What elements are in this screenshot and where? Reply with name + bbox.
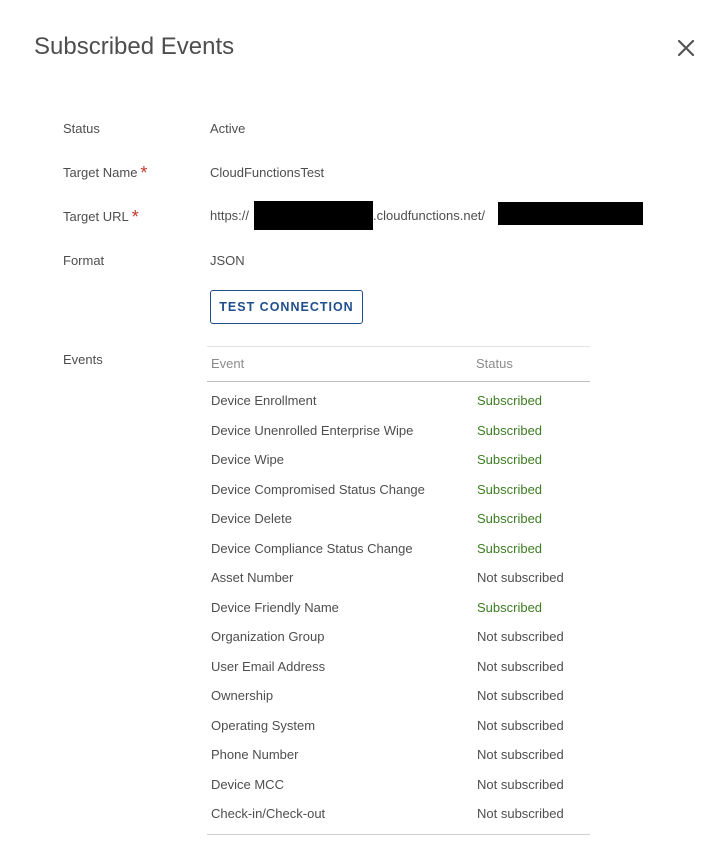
table-row: Device Unenrolled Enterprise Wipe Subscri… [207,417,590,447]
event-status: Not subscribed [477,658,564,674]
required-marker: * [131,207,139,227]
format-label-text: Format [63,253,105,268]
event-status: Not subscribed [477,747,564,762]
event-name: Phone Number [211,747,299,762]
dialog-title: Subscribed Events [34,33,235,60]
event-name: Device Friendly Name [211,599,339,615]
event-status: Subscribed [477,599,543,615]
event-name: Operating System [211,717,316,733]
event-name: Device Unenrolled Enterprise Wipe [211,422,414,438]
event-status: Not subscribed [477,717,564,733]
event-status: Subscribed [477,452,543,467]
event-name: Organization Group [211,629,325,644]
event-status: Subscribed [477,540,543,556]
event-name: Check-in/Check-out [211,806,326,821]
events-label-text: Events [63,352,103,367]
events-table: Event Status Device Enrollment Subscribed… [207,346,590,835]
event-status: Subscribed [477,422,543,438]
event-name: Device Enrollment [211,393,317,408]
event-status: Not subscribed [477,629,564,644]
event-name: Device MCC [211,776,284,792]
target-name-label: Target Name * [63,163,148,183]
table-row: Device Compliance Status Change Subscribe… [207,535,590,565]
events-label: Events [63,352,103,368]
events-table-body: Device Enrollment Subscribed Device Unenro… [207,382,590,834]
target-url-label-text: Target URL [63,209,129,224]
event-status: Not subscribed [477,776,564,792]
table-row: Device Friendly Name Subscribed [207,594,590,624]
url-prefix: https:// [210,208,250,223]
table-row: Check-in/Check-out Not subscribed [207,800,590,830]
event-status: Subscribed [477,393,543,408]
event-status: Not subscribed [477,688,564,703]
format-value: JSON [210,253,245,268]
event-status: Not subscribed [477,806,564,821]
table-row: Device Wipe Subscribed [207,446,590,476]
required-marker: * [140,163,148,183]
event-name: User Email Address [211,658,326,674]
status-label-text: Status [63,121,100,136]
target-url-value: https:// .cloudfunctions.net/ [210,201,650,231]
table-row: Device MCC Not subscribed [207,771,590,801]
table-row: Operating System Not subscribed [207,712,590,742]
event-status: Subscribed [477,511,543,526]
table-row: Phone Number Not subscribed [207,741,590,771]
event-name: Device Compromised Status Change [211,481,425,497]
redacted-block [254,201,373,230]
table-row: Device Enrollment Subscribed [207,387,590,417]
table-row: Device Compromised Status Change Subscrib… [207,476,590,506]
events-table-header: Event Status [207,347,590,382]
close-icon [677,39,695,57]
event-name: Device Compliance Status Change [211,540,413,556]
format-label: Format [63,253,104,269]
status-value: Active [210,121,246,136]
event-status: Subscribed [477,481,543,497]
target-url-label: Target URL * [63,207,139,227]
target-name-label-text: Target Name [63,165,138,180]
status-column-header: Status [476,356,513,371]
status-label: Status [63,121,100,137]
event-name: Ownership [211,688,274,703]
table-row: Asset Number Not subscribed [207,564,590,594]
event-name: Device Delete [211,511,292,526]
event-name: Asset Number [211,570,294,585]
target-name-value: CloudFunctionsTest [210,165,325,180]
table-row: Organization Group Not subscribed [207,623,590,653]
event-name: Device Wipe [211,452,284,467]
table-row: Ownership Not subscribed [207,682,590,712]
test-connection-button[interactable]: TEST CONNECTION [210,290,363,324]
table-row: User Email Address Not subscribed [207,653,590,683]
event-status: Not subscribed [477,570,564,585]
table-row: Device Delete Subscribed [207,505,590,535]
close-button[interactable] [672,34,700,62]
event-column-header: Event [211,356,245,371]
redacted-block [498,202,643,225]
url-domain: .cloudfunctions.net/ [373,208,486,223]
